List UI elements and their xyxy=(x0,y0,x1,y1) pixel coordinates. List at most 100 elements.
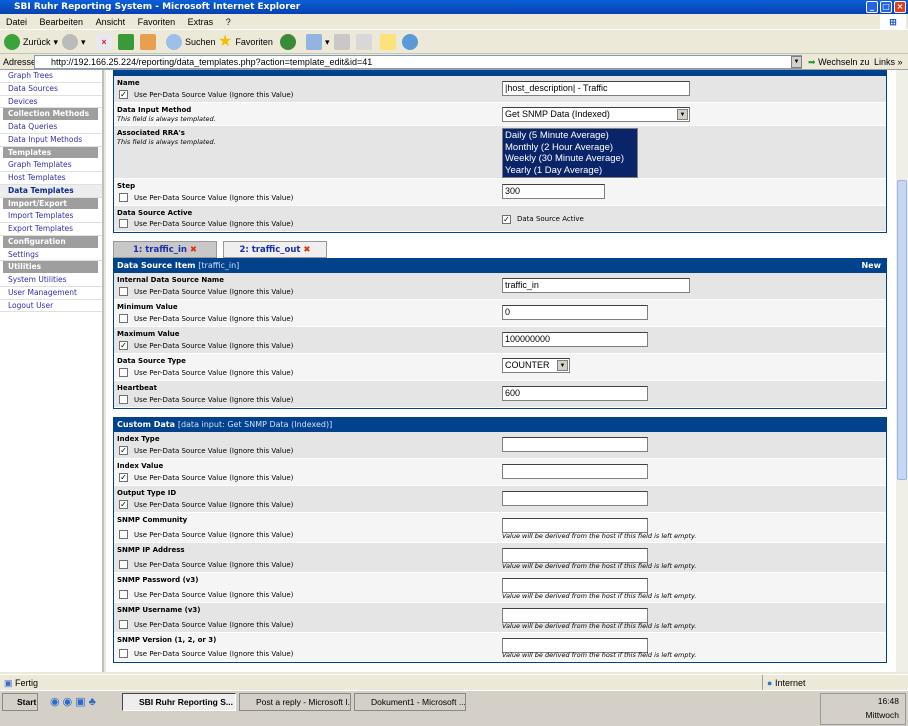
sidebar-item-graph-templates[interactable]: Graph Templates xyxy=(0,159,102,172)
checkbox-checked[interactable]: ✓ xyxy=(119,341,128,350)
select-dropdown[interactable]: COUNTER ▼ xyxy=(502,358,570,373)
checkbox-unchecked[interactable] xyxy=(119,219,128,228)
per-data-source-checkbox[interactable]: Use Per-Data Source Value (Ignore this V… xyxy=(119,560,293,569)
text-input[interactable]: 0 xyxy=(502,305,648,320)
sidebar-item-graph-trees[interactable]: Graph Trees xyxy=(0,70,102,83)
sidebar-item-devices[interactable]: Devices xyxy=(0,96,102,109)
text-input[interactable]: 600 xyxy=(502,386,648,401)
menu-favoriten[interactable]: Favoriten xyxy=(138,17,176,27)
sidebar-item-import-templates[interactable]: Import Templates xyxy=(0,210,102,223)
sidebar-item-user-management[interactable]: User Management xyxy=(0,287,102,300)
history-button[interactable] xyxy=(280,33,296,51)
edit-button[interactable] xyxy=(356,33,372,51)
checkbox-unchecked[interactable] xyxy=(119,314,128,323)
checkbox-unchecked[interactable] xyxy=(119,368,128,377)
per-data-source-checkbox[interactable]: Use Per-Data Source Value (Ignore this V… xyxy=(119,530,293,539)
task-dokument1[interactable]: Dokument1 - Microsoft ... xyxy=(354,693,466,711)
tab-traffic_out[interactable]: 2: traffic_out ✖ xyxy=(223,241,327,258)
text-input[interactable] xyxy=(502,608,648,623)
checkbox-checked[interactable]: ✓ xyxy=(119,446,128,455)
chevron-down-icon[interactable]: ▼ xyxy=(677,109,688,120)
checkbox-unchecked[interactable] xyxy=(119,395,128,404)
delete-icon[interactable]: ✖ xyxy=(300,245,310,255)
per-data-source-checkbox[interactable]: ✓ Use Per-Data Source Value (Ignore this … xyxy=(119,341,293,350)
menu-datei[interactable]: Datei xyxy=(6,17,27,27)
sidebar-item-settings[interactable]: Settings xyxy=(0,249,102,262)
checkbox-unchecked[interactable] xyxy=(119,560,128,569)
go-button[interactable]: ➡ Wechseln zu xyxy=(808,54,869,70)
maximize-button[interactable]: □ xyxy=(880,1,892,13)
per-data-source-checkbox[interactable]: ✓ Use Per-Data Source Value (Ignore this … xyxy=(119,446,293,455)
text-input[interactable] xyxy=(502,437,648,452)
select-dropdown[interactable]: Get SNMP Data (Indexed) ▼ xyxy=(502,107,690,122)
sidebar-item-data-sources[interactable]: Data Sources xyxy=(0,83,102,96)
task-post-reply[interactable]: Post a reply - Microsoft I... xyxy=(239,693,351,711)
checkbox-checked[interactable]: ✓ xyxy=(119,473,128,482)
checkbox-unchecked[interactable] xyxy=(119,620,128,629)
close-button[interactable]: × xyxy=(894,1,906,13)
per-data-source-checkbox[interactable]: ✓ Use Per-Data Source Value (Ignore this … xyxy=(119,500,293,509)
menu-bearbeiten[interactable]: Bearbeiten xyxy=(40,17,84,27)
new-link[interactable]: New xyxy=(861,259,881,273)
delete-icon[interactable]: ✖ xyxy=(187,245,197,255)
start-button[interactable]: Start xyxy=(2,693,38,711)
task-sbi-reporting[interactable]: SBI Ruhr Reporting S... xyxy=(122,693,236,711)
listbox-option[interactable]: Monthly (2 Hour Average) xyxy=(505,142,635,154)
checkbox-unchecked[interactable] xyxy=(119,649,128,658)
checkbox-checked[interactable]: ✓ xyxy=(119,500,128,509)
per-data-source-checkbox[interactable]: Use Per-Data Source Value (Ignore this V… xyxy=(119,287,293,296)
listbox-option[interactable]: Yearly (1 Day Average) xyxy=(505,165,635,177)
menu-extras[interactable]: Extras xyxy=(188,17,214,27)
text-input[interactable] xyxy=(502,578,648,593)
sidebar-item-host-templates[interactable]: Host Templates xyxy=(0,172,102,185)
notes-button[interactable] xyxy=(380,33,396,51)
scrollbar-thumb[interactable] xyxy=(897,180,907,480)
stop-button[interactable]: × xyxy=(96,33,112,51)
checkbox-checked[interactable]: ✓ xyxy=(502,215,511,224)
rra-listbox[interactable]: Daily (5 Minute Average) Monthly (2 Hour … xyxy=(502,128,638,178)
vertical-scrollbar[interactable] xyxy=(896,70,908,672)
per-data-source-checkbox[interactable]: Use Per-Data Source Value (Ignore this V… xyxy=(119,219,293,228)
checkbox-unchecked[interactable] xyxy=(119,193,128,202)
checkbox-unchecked[interactable] xyxy=(119,590,128,599)
per-data-source-checkbox[interactable]: Use Per-Data Source Value (Ignore this V… xyxy=(119,314,293,323)
per-data-source-checkbox[interactable]: Use Per-Data Source Value (Ignore this V… xyxy=(119,620,293,629)
text-input[interactable]: |host_description| - Traffic xyxy=(502,81,690,96)
per-data-source-checkbox[interactable]: Use Per-Data Source Value (Ignore this V… xyxy=(119,649,293,658)
tab-traffic_in[interactable]: 1: traffic_in ✖ xyxy=(113,241,217,258)
sidebar-item-data-input-methods[interactable]: Data Input Methods xyxy=(0,134,102,147)
quick-launch-icons[interactable]: ◉◉▣♣ xyxy=(50,695,99,708)
sidebar-item-export-templates[interactable]: Export Templates xyxy=(0,223,102,236)
listbox-option[interactable]: Daily (5 Minute Average) xyxy=(505,130,635,142)
text-input[interactable] xyxy=(502,518,648,533)
per-data-source-checkbox[interactable]: ✓ Use Per-Data Source Value (Ignore this … xyxy=(119,90,293,99)
sidebar-item-data-templates[interactable]: Data Templates xyxy=(0,184,102,198)
print-button[interactable] xyxy=(334,33,350,51)
forward-button[interactable]: ▾ xyxy=(62,33,86,51)
back-button[interactable]: Zurück ▾ xyxy=(4,33,58,51)
checkbox-checked[interactable]: ✓ xyxy=(119,90,128,99)
checkbox-unchecked[interactable] xyxy=(119,530,128,539)
per-data-source-checkbox[interactable]: Use Per-Data Source Value (Ignore this V… xyxy=(119,590,293,599)
text-input[interactable]: 300 xyxy=(502,184,605,199)
text-input[interactable] xyxy=(502,548,648,563)
sidebar-item-data-queries[interactable]: Data Queries xyxy=(0,121,102,134)
chevron-down-icon[interactable]: ▼ xyxy=(557,360,568,371)
links-button[interactable]: Links » xyxy=(874,54,903,70)
checkbox-unchecked[interactable] xyxy=(119,287,128,296)
sidebar-item-logout-user[interactable]: Logout User xyxy=(0,300,102,313)
home-button[interactable] xyxy=(140,33,156,51)
refresh-button[interactable] xyxy=(118,33,134,51)
address-dropdown[interactable]: ▼ xyxy=(791,56,802,68)
text-input[interactable]: traffic_in xyxy=(502,278,690,293)
text-input[interactable]: 100000000 xyxy=(502,332,648,347)
favorites-button[interactable]: ★ Favoriten xyxy=(218,33,273,51)
per-data-source-checkbox[interactable]: Use Per-Data Source Value (Ignore this V… xyxy=(119,368,293,377)
minimize-button[interactable]: _ xyxy=(866,1,878,13)
messenger-button[interactable] xyxy=(402,33,418,51)
search-button[interactable]: Suchen xyxy=(166,33,216,51)
mail-button[interactable]: ▾ xyxy=(306,33,330,51)
per-data-source-checkbox[interactable]: ✓ Use Per-Data Source Value (Ignore this … xyxy=(119,473,293,482)
data-source-active-checkbox[interactable]: ✓ Data Source Active xyxy=(502,215,584,224)
listbox-option[interactable]: Weekly (30 Minute Average) xyxy=(505,153,635,165)
